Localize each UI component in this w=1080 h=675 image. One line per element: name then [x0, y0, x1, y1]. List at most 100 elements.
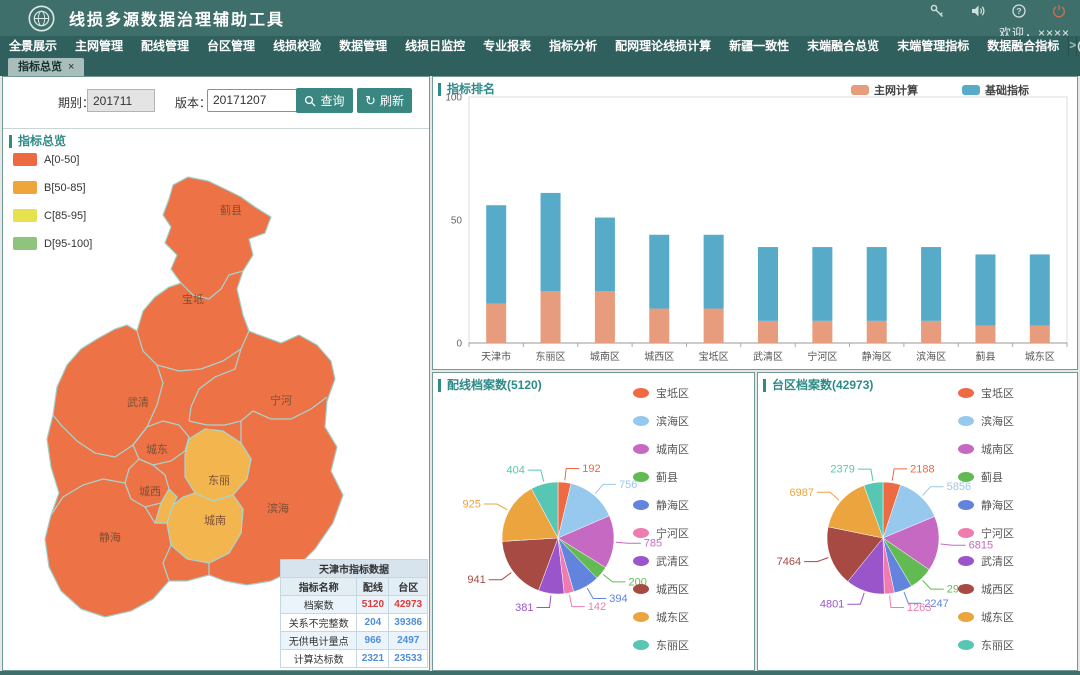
pie1-legend: 宝坻区滨海区城南区蓟县静海区宁河区武清区城西区城东区东丽区: [633, 385, 689, 665]
legend-swatch: [633, 528, 649, 538]
legend-label: 宝坻区: [656, 385, 689, 401]
map-label-0: 蓟县: [220, 204, 242, 217]
nav-item-11[interactable]: 末端融合总览: [798, 36, 888, 56]
power-icon[interactable]: [1052, 4, 1066, 18]
legend-label: 武清区: [656, 553, 689, 569]
legend-item[interactable]: 滨海区: [958, 413, 1014, 429]
version-label: 版本：: [175, 94, 211, 111]
nav-item-6[interactable]: 线损日监控: [396, 36, 474, 56]
x-axis-label: 天津市: [481, 350, 511, 363]
legend-item[interactable]: 城南区: [958, 441, 1014, 457]
bar-segment-0-0[interactable]: [486, 304, 506, 343]
bar-segment-0-8[interactable]: [921, 321, 941, 343]
legend-item[interactable]: 武清区: [633, 553, 689, 569]
legend-item[interactable]: 蓟县: [958, 469, 1014, 485]
legend-item[interactable]: 东丽区: [958, 637, 1014, 653]
bar-segment-1-9[interactable]: [975, 254, 995, 325]
table-row: 计算达标数232123533: [281, 650, 428, 668]
legend-item[interactable]: 宝坻区: [633, 385, 689, 401]
bar-segment-1-8[interactable]: [921, 247, 941, 321]
table-row: 无供电计量点9662497: [281, 632, 428, 650]
legend-item[interactable]: 城西区: [633, 581, 689, 597]
legend-item[interactable]: 静海区: [958, 497, 1014, 513]
query-button[interactable]: 查询: [296, 88, 353, 113]
app-title: 线损多源数据治理辅助工具: [69, 6, 285, 30]
bar-segment-1-1[interactable]: [541, 193, 561, 291]
nav-item-5[interactable]: 数据管理: [330, 36, 396, 56]
bar-chart[interactable]: 050100天津市东丽区城南区城西区宝坻区武清区宁河区静海区滨海区蓟县城东区: [433, 77, 1077, 369]
bar-segment-0-2[interactable]: [595, 291, 615, 343]
bar-segment-1-0[interactable]: [486, 205, 506, 303]
tab-indicator-overview[interactable]: 指标总览 ×: [8, 58, 84, 76]
bar-segment-1-7[interactable]: [867, 247, 887, 321]
legend-item[interactable]: 城西区: [958, 581, 1014, 597]
bar-segment-1-5[interactable]: [758, 247, 778, 321]
legend-item[interactable]: 宁河区: [958, 525, 1014, 541]
refresh-icon: ↻: [365, 94, 376, 107]
bar-segment-0-9[interactable]: [975, 326, 995, 343]
legend-item[interactable]: 蓟县: [633, 469, 689, 485]
legend-item[interactable]: 宝坻区: [958, 385, 1014, 401]
app-header: 线损多源数据治理辅助工具 ? 欢迎，××××: [0, 0, 1080, 36]
y-axis-tick: 100: [445, 93, 462, 104]
legend-swatch: [958, 528, 974, 538]
key-icon[interactable]: [930, 4, 945, 18]
legend-item[interactable]: 滨海区: [633, 413, 689, 429]
legend-item[interactable]: 城东区: [958, 609, 1014, 625]
bar-segment-0-7[interactable]: [867, 321, 887, 343]
legend-item[interactable]: 城南区: [633, 441, 689, 457]
table-row: 关系不完整数20439386: [281, 614, 428, 632]
tab-close-icon[interactable]: ×: [68, 61, 74, 73]
legend-item[interactable]: 宁河区: [633, 525, 689, 541]
map-label-8: 静海: [99, 530, 121, 544]
station-pie-chart[interactable]: 2188585668152973224712634801746469872379: [758, 373, 1077, 670]
pie-label-0: 192: [582, 463, 600, 475]
city-table-header: 配线: [357, 578, 389, 596]
nav-item-10[interactable]: 新疆一致性: [720, 36, 798, 56]
svg-text:?: ?: [1016, 6, 1021, 16]
feeder-pie-chart[interactable]: 192756785200394142381941925404: [433, 373, 754, 670]
legend-swatch: [958, 556, 974, 566]
nav-item-13[interactable]: 数据融合指标: [978, 36, 1068, 56]
bar-segment-0-1[interactable]: [541, 291, 561, 343]
indicator-name: 关系不完整数: [281, 614, 357, 632]
pie2-legend: 宝坻区滨海区城南区蓟县静海区宁河区武清区城西区城东区东丽区: [958, 385, 1014, 665]
period-input[interactable]: [87, 89, 155, 112]
nav-item-9[interactable]: 配网理论线损计算: [606, 36, 720, 56]
refresh-button[interactable]: ↻ 刷新: [357, 88, 412, 113]
nav-item-8[interactable]: 指标分析: [540, 36, 606, 56]
legend-item[interactable]: 东丽区: [633, 637, 689, 653]
nav-item-3[interactable]: 台区管理: [198, 36, 264, 56]
tab-label: 指标总览: [18, 61, 62, 73]
legend-item[interactable]: 武清区: [958, 553, 1014, 569]
legend-label: 静海区: [656, 497, 689, 513]
nav-item-1[interactable]: 主网管理: [66, 36, 132, 56]
bar-segment-1-2[interactable]: [595, 218, 615, 292]
nav-item-2[interactable]: 配线管理: [132, 36, 198, 56]
indicator-value: 2321: [357, 650, 389, 668]
nav-item-4[interactable]: 线损校验: [264, 36, 330, 56]
bar-segment-1-3[interactable]: [649, 235, 669, 309]
bar-segment-0-5[interactable]: [758, 321, 778, 343]
bar-segment-1-4[interactable]: [704, 235, 724, 309]
nav-more-button[interactable]: >: [1068, 36, 1077, 56]
bar-segment-0-10[interactable]: [1030, 326, 1050, 343]
map-label-1: 宝坻: [182, 292, 204, 306]
bar-segment-0-6[interactable]: [812, 321, 832, 343]
sound-icon[interactable]: [971, 4, 986, 18]
pie-label-8: 925: [462, 498, 480, 510]
nav-item-7[interactable]: 专业报表: [474, 36, 540, 56]
indicator-name: 计算达标数: [281, 650, 357, 668]
legend-item[interactable]: 静海区: [633, 497, 689, 513]
nav-item-0[interactable]: 全景展示: [0, 36, 66, 56]
bar-segment-1-10[interactable]: [1030, 254, 1050, 325]
legend-item[interactable]: 城东区: [633, 609, 689, 625]
indicator-value: 39386: [389, 614, 428, 632]
nav-item-12[interactable]: 末端管理指标: [888, 36, 978, 56]
x-axis-label: 滨海区: [916, 350, 946, 363]
help-icon[interactable]: ?: [1012, 4, 1026, 18]
legend-swatch: [633, 584, 649, 594]
bar-segment-1-6[interactable]: [812, 247, 832, 321]
bar-segment-0-4[interactable]: [704, 309, 724, 343]
bar-segment-0-3[interactable]: [649, 309, 669, 343]
